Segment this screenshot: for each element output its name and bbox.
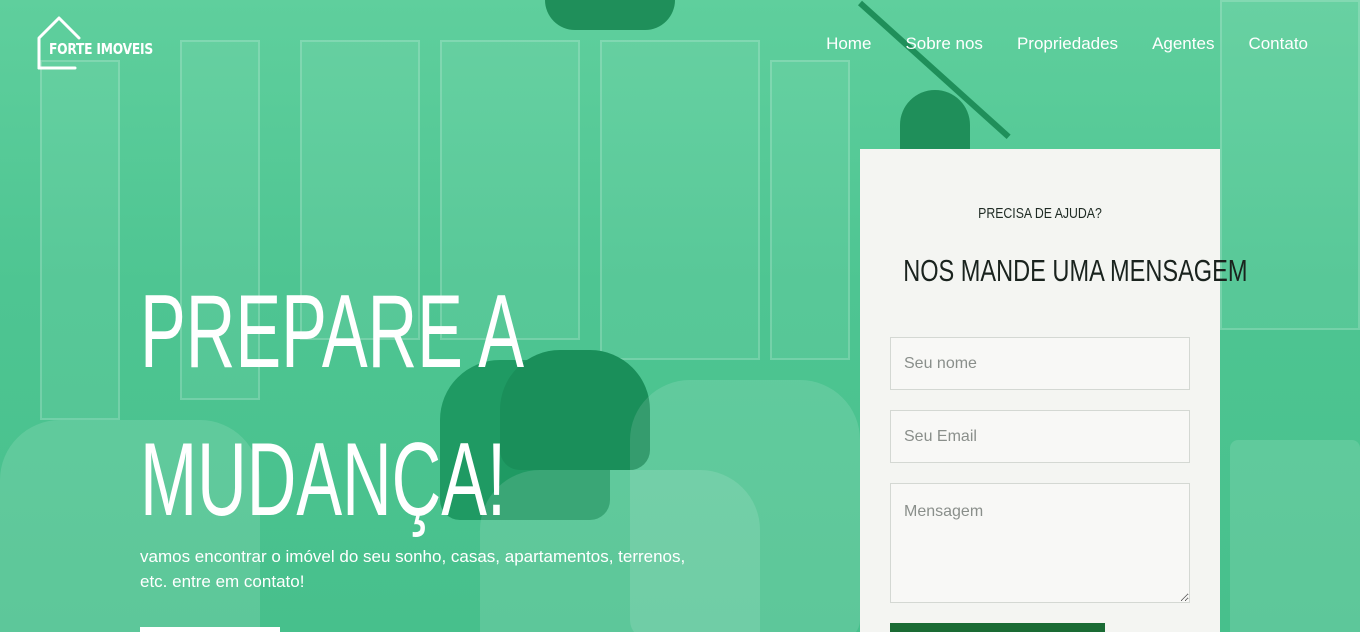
hero-headline-line-2: MUDANÇA! <box>140 422 507 538</box>
nav-item-sobre-nos[interactable]: Sobre nos <box>905 34 983 54</box>
nav-item-propriedades[interactable]: Propriedades <box>1017 34 1118 54</box>
main-nav: Home Sobre nos Propriedades Agentes Cont… <box>826 34 1308 54</box>
brand-name: FORTE IMOVEIS <box>49 40 153 58</box>
contact-title: NOS MANDE UMA MENSAGEM <box>903 253 1248 288</box>
send-message-button[interactable] <box>890 623 1105 632</box>
name-input[interactable] <box>890 337 1190 390</box>
contact-kicker: PRECISA DE AJUDA? <box>978 205 1102 222</box>
hero-tagline: vamos encontrar o imóvel do seu sonho, c… <box>140 547 686 591</box>
hero-cta-button[interactable] <box>140 627 280 632</box>
nav-item-agentes[interactable]: Agentes <box>1152 34 1214 54</box>
message-textarea[interactable] <box>890 483 1190 603</box>
brand-logo[interactable]: FORTE IMOVEIS <box>37 16 167 70</box>
hero-headline: PREPARE A MUDANÇA! <box>140 258 549 554</box>
nav-item-contato[interactable]: Contato <box>1248 34 1308 54</box>
nav-item-home[interactable]: Home <box>826 34 871 54</box>
contact-card: PRECISA DE AJUDA? NOS MANDE UMA MENSAGEM <box>860 149 1248 632</box>
hero-headline-line-1: PREPARE A <box>140 274 525 390</box>
email-input[interactable] <box>890 410 1190 463</box>
